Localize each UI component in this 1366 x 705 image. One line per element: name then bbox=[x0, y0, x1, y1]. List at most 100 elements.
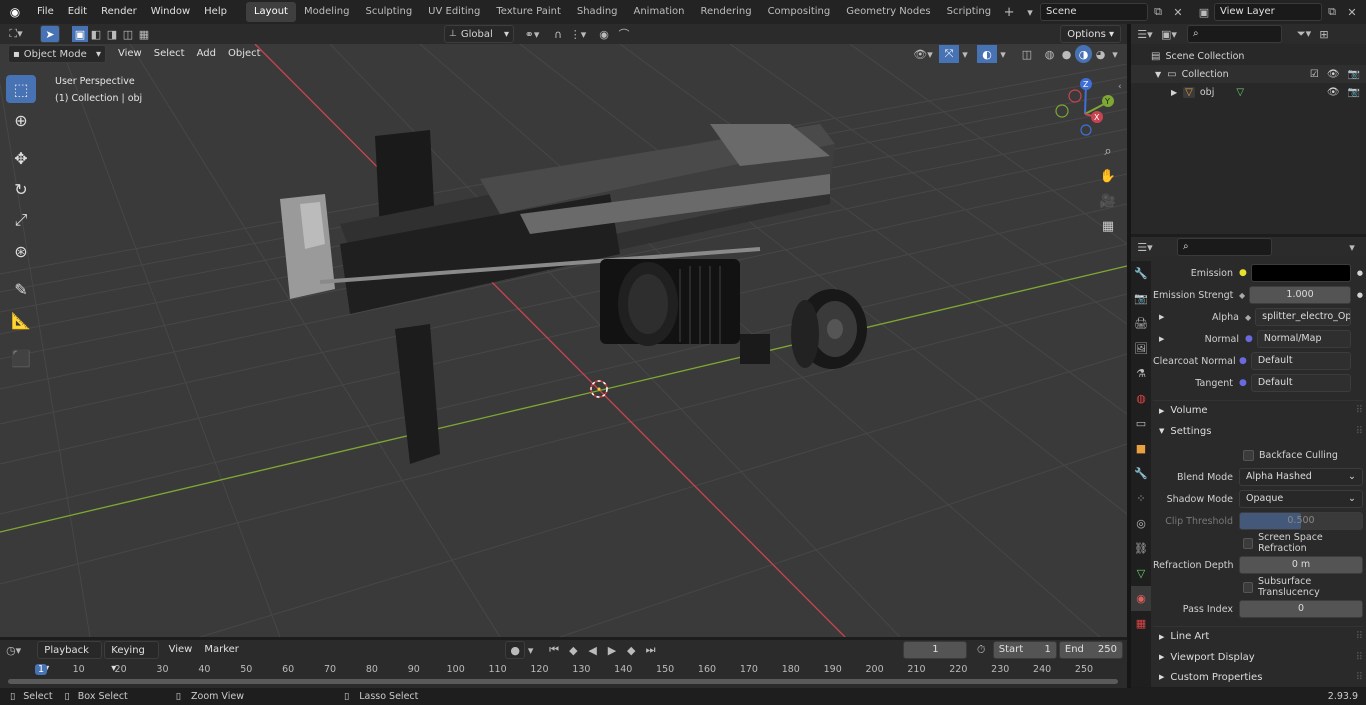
shadow-mode-dropdown[interactable]: Opaque ⌄ bbox=[1239, 490, 1363, 508]
collection-tab-icon[interactable]: ▭ bbox=[1131, 411, 1151, 436]
emission-strength-field[interactable]: 1.000 bbox=[1249, 286, 1351, 304]
scene-tab-icon[interactable]: ⚗ bbox=[1131, 361, 1151, 386]
timeline-scrollbar[interactable] bbox=[8, 679, 1118, 684]
menu-file[interactable]: File bbox=[30, 0, 61, 24]
drag-handle-icon[interactable]: ⠿ bbox=[1356, 631, 1363, 642]
gizmo-dropdown-icon[interactable]: ▾ bbox=[959, 45, 971, 63]
snap-target-icon[interactable]: ⋮▾ bbox=[568, 25, 588, 43]
xray-icon[interactable]: ◫ bbox=[1017, 45, 1037, 63]
tangent-field[interactable]: Default bbox=[1250, 374, 1351, 392]
normal-link-field[interactable]: Normal/Map bbox=[1256, 330, 1351, 348]
ssr-checkbox[interactable] bbox=[1243, 537, 1254, 549]
timeline-view-menu[interactable]: View bbox=[163, 641, 199, 659]
line-art-panel-header[interactable]: ▶ Line Art ⠿ bbox=[1153, 626, 1363, 646]
output-tab-icon[interactable]: 🖨 bbox=[1131, 311, 1151, 336]
select-mode-intersect-icon[interactable]: ▦ bbox=[136, 25, 152, 43]
keyframe-dot-icon[interactable]: ● bbox=[1357, 291, 1363, 299]
timeline-ruler[interactable]: 1 10 20 30 40 50 60 70 80 90 100 110 120 130 140 150 160… bbox=[0, 664, 1127, 680]
add-workspace-button[interactable]: + bbox=[999, 3, 1019, 21]
ortho-grid-icon[interactable]: ▦ bbox=[1096, 214, 1120, 238]
frame-end-field[interactable]: End 250 bbox=[1058, 641, 1123, 659]
tab-sculpting[interactable]: Sculpting bbox=[357, 2, 420, 22]
scene-selector[interactable]: ▾ Scene ⧉ ✕ bbox=[1020, 3, 1188, 21]
drag-handle-icon[interactable]: ⠿ bbox=[1356, 652, 1363, 663]
tool-tab-icon[interactable]: 🔧 bbox=[1131, 261, 1151, 286]
tab-scripting[interactable]: Scripting bbox=[939, 2, 999, 22]
frame-start-field[interactable]: Start 1 bbox=[992, 641, 1057, 659]
sidebar-toggle-icon[interactable]: ‹ bbox=[1118, 82, 1122, 92]
filter-icon[interactable]: ⏷▾ bbox=[1294, 25, 1314, 43]
menu-window[interactable]: Window bbox=[144, 0, 197, 24]
constraints-tab-icon[interactable]: ⛓ bbox=[1131, 536, 1151, 561]
properties-search-input[interactable]: ⌕ bbox=[1177, 238, 1272, 256]
texture-tab-icon[interactable]: ▦ bbox=[1131, 611, 1151, 636]
physics-tab-icon[interactable]: ◎ bbox=[1131, 511, 1151, 536]
shading-solid-icon[interactable]: ● bbox=[1058, 45, 1075, 63]
menu-edit[interactable]: Edit bbox=[61, 0, 94, 24]
playhead-frame-indicator[interactable]: 1 bbox=[34, 664, 48, 675]
move-tool-icon[interactable]: ✥ bbox=[6, 144, 36, 172]
emission-color-field[interactable] bbox=[1250, 264, 1351, 282]
properties-editor-icon[interactable]: ☰▾ bbox=[1135, 238, 1155, 256]
tab-rendering[interactable]: Rendering bbox=[692, 2, 759, 22]
pivot-point-icon[interactable]: ⚭▾ bbox=[522, 25, 542, 43]
properties-options-icon[interactable]: ▾ bbox=[1342, 238, 1362, 256]
viewport-display-panel-header[interactable]: ▶ Viewport Display ⠿ bbox=[1153, 647, 1363, 667]
refraction-depth-field[interactable]: 0 m bbox=[1239, 556, 1363, 574]
marker-menu[interactable]: Marker bbox=[198, 641, 245, 659]
outliner-search-input[interactable]: ⌕ bbox=[1187, 25, 1282, 43]
mode-dropdown[interactable]: ▪ Object Mode ▾ bbox=[8, 45, 106, 63]
editor-type-icon[interactable]: ⛶▾ bbox=[6, 25, 26, 43]
blend-mode-dropdown[interactable]: Alpha Hashed ⌄ bbox=[1239, 468, 1363, 486]
measure-tool-icon[interactable]: 📐 bbox=[6, 306, 36, 334]
timeline-editor-icon[interactable]: ◷▾ bbox=[4, 641, 23, 659]
rotate-tool-icon[interactable]: ↻ bbox=[6, 175, 36, 203]
cursor-tool-icon[interactable]: ⊕ bbox=[6, 106, 36, 134]
play-icon[interactable]: ▶ bbox=[602, 641, 621, 659]
shading-wireframe-icon[interactable]: ◍ bbox=[1041, 45, 1058, 63]
select-mode-subtract-icon[interactable]: ◨ bbox=[104, 25, 120, 43]
falloff-icon[interactable]: ⌒ bbox=[614, 25, 634, 43]
select-box-tool-icon[interactable]: ⬚ bbox=[6, 75, 36, 103]
scale-tool-icon[interactable]: ⤢ bbox=[6, 206, 36, 234]
overlay-toggle-icon[interactable]: ◐ bbox=[977, 45, 997, 63]
world-tab-icon[interactable]: ◍ bbox=[1131, 386, 1151, 411]
select-tool-icon[interactable]: ➤ bbox=[40, 25, 60, 43]
drag-handle-icon[interactable]: ⠿ bbox=[1356, 672, 1363, 683]
menu-add[interactable]: Add bbox=[191, 45, 222, 63]
overlay-dropdown-icon[interactable]: ▾ bbox=[997, 45, 1009, 63]
view-layer-tab-icon[interactable]: 🖼 bbox=[1131, 336, 1151, 361]
playback-menu[interactable]: Playback ▾ bbox=[37, 641, 103, 674]
zoom-icon[interactable]: ⌕ bbox=[1096, 139, 1120, 163]
subsurface-checkbox[interactable] bbox=[1243, 581, 1254, 593]
jump-start-icon[interactable]: ⏮ bbox=[544, 641, 563, 659]
camera-render-icon[interactable]: 📷 bbox=[1348, 69, 1360, 80]
view-layer-selector[interactable]: ▣ View Layer ⧉ ✕ bbox=[1194, 3, 1362, 21]
outliner-row-scene-collection[interactable]: ▤ Scene Collection bbox=[1131, 47, 1366, 65]
snap-icon[interactable]: ∩ bbox=[548, 25, 568, 43]
eye-icon[interactable]: 👁 bbox=[1327, 69, 1340, 80]
new-view-layer-icon[interactable]: ⧉ bbox=[1322, 3, 1342, 21]
camera-render-icon[interactable]: 📷 bbox=[1348, 87, 1360, 98]
annotate-tool-icon[interactable]: ✎ bbox=[6, 275, 36, 303]
display-mode-icon[interactable]: ▣▾ bbox=[1159, 25, 1179, 43]
menu-object[interactable]: Object bbox=[222, 45, 267, 63]
expand-arrow-icon[interactable]: ▼ bbox=[1155, 70, 1161, 79]
new-collection-icon[interactable]: ⊞ bbox=[1314, 25, 1334, 43]
proportional-edit-icon[interactable]: ◉ bbox=[594, 25, 614, 43]
menu-render[interactable]: Render bbox=[94, 0, 144, 24]
options-dropdown[interactable]: Options ▾ bbox=[1060, 25, 1121, 43]
keyframe-dot-icon[interactable]: ● bbox=[1357, 269, 1363, 277]
record-icon[interactable]: ● bbox=[505, 641, 525, 659]
eye-icon[interactable]: 👁 bbox=[1327, 87, 1340, 98]
current-frame-field[interactable]: 1 bbox=[903, 641, 968, 659]
play-reverse-icon[interactable]: ◀ bbox=[583, 641, 602, 659]
tab-layout[interactable]: Layout bbox=[245, 2, 296, 22]
outliner-row-collection[interactable]: ▼ ▭ Collection ☑ 👁 📷 bbox=[1131, 65, 1366, 83]
outliner-row-obj[interactable]: ▶ ▽ obj ▽ 👁 📷 bbox=[1131, 83, 1366, 101]
tab-geometry-nodes[interactable]: Geometry Nodes bbox=[838, 2, 938, 22]
material-tab-icon[interactable]: ◉ bbox=[1131, 586, 1151, 611]
pass-index-field[interactable]: 0 bbox=[1239, 600, 1363, 618]
volume-panel-header[interactable]: ▶ Volume ⠿ bbox=[1153, 400, 1363, 420]
next-keyframe-icon[interactable]: ◆ bbox=[622, 641, 641, 659]
